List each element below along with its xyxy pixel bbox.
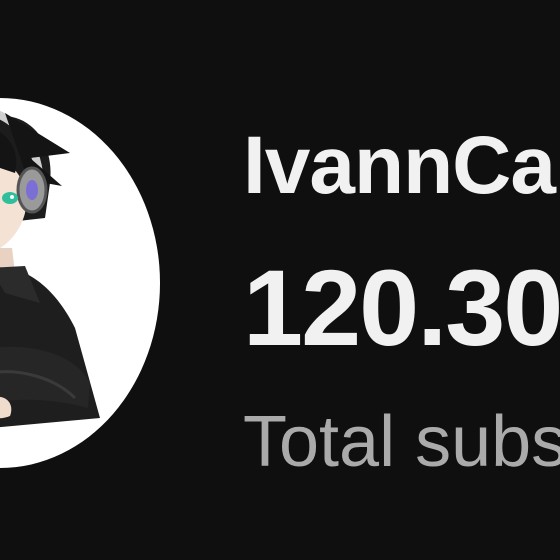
- channel-avatar-anime-character-icon: [0, 110, 100, 428]
- channel-avatar[interactable]: [0, 98, 160, 468]
- subscriber-counter-card: IvannCa 120.30 Total subs: [0, 0, 560, 560]
- subscriber-count: 120.30: [243, 247, 560, 368]
- channel-name[interactable]: IvannCa: [243, 116, 556, 216]
- subscriber-label: Total subs: [243, 402, 560, 482]
